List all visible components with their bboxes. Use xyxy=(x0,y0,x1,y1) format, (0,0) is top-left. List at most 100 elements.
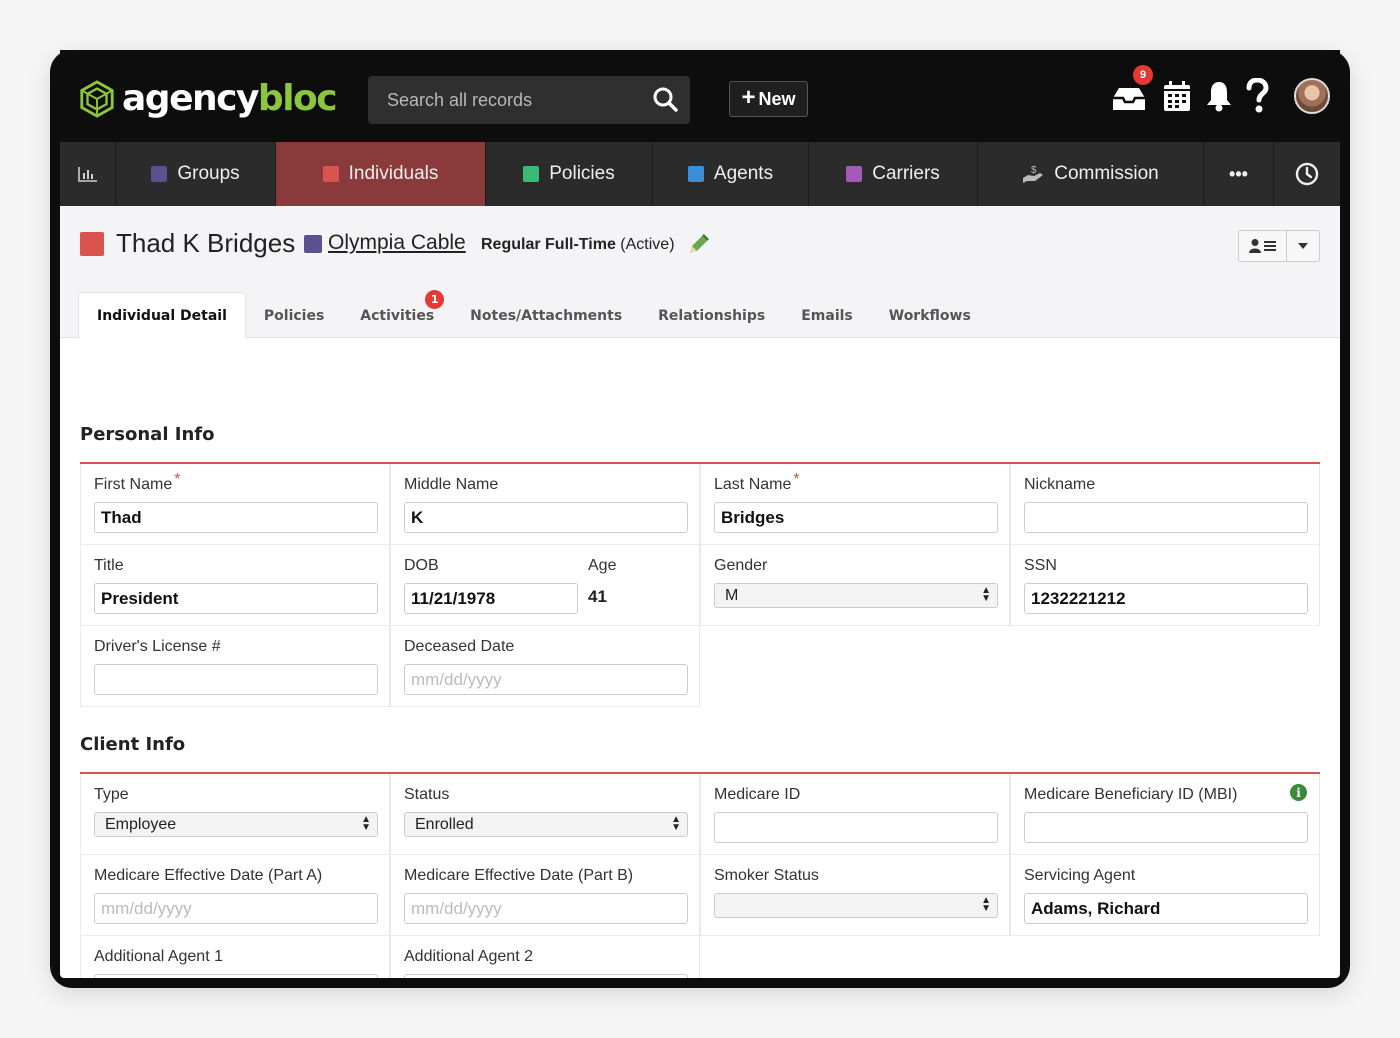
gender-cell: Gender M ▲ ▼ xyxy=(700,545,1010,626)
nav-commission-label: Commission xyxy=(1054,163,1159,184)
search-input[interactable] xyxy=(387,89,637,111)
mbi-label: Medicare Beneficiary ID (MBI) xyxy=(1024,786,1238,803)
view-options-button[interactable] xyxy=(1238,230,1320,262)
additional-agent-1-field[interactable] xyxy=(94,974,378,978)
global-search xyxy=(368,76,690,124)
client-info-grid: Type Employee ▲ ▼ Status Enrolled ▲ ▼ Medi… xyxy=(80,774,1320,978)
select-arrows-icon: ▲ ▼ xyxy=(361,814,371,833)
status-label: Status xyxy=(404,786,450,803)
ssn-field[interactable] xyxy=(1024,583,1308,614)
tab-label: Notes/Attachments xyxy=(470,307,623,324)
tab-label: Workflows xyxy=(888,307,971,324)
nav-carriers-label: Carriers xyxy=(872,163,940,184)
more-dots-icon: ••• xyxy=(1229,163,1248,184)
tab-individual-detail[interactable]: Individual Detail xyxy=(78,292,246,339)
additional-agent-2-field[interactable] xyxy=(404,974,688,978)
help-icon[interactable] xyxy=(1245,78,1269,114)
record-tabs: Individual Detail Policies Activities 1 N… xyxy=(78,290,989,339)
individual-type-swatch xyxy=(80,232,104,256)
part-b-cell: Medicare Effective Date (Part B) xyxy=(390,855,700,936)
agencybloc-logo[interactable]: agencybloc xyxy=(78,78,338,119)
nav-individuals-label: Individuals xyxy=(348,163,439,184)
group-link[interactable]: Olympia Cable xyxy=(328,231,466,255)
nickname-field[interactable] xyxy=(1024,502,1308,533)
servicing-agent-field[interactable] xyxy=(1024,893,1308,924)
servicing-agent-label: Servicing Agent xyxy=(1024,867,1136,884)
gender-label: Gender xyxy=(714,557,768,574)
nav-individuals[interactable]: Individuals xyxy=(276,142,486,206)
search-icon[interactable] xyxy=(652,86,678,112)
tab-workflows[interactable]: Workflows xyxy=(871,292,989,339)
inbox-icon[interactable] xyxy=(1110,86,1148,112)
tab-activities[interactable]: Activities 1 xyxy=(342,290,452,339)
deceased-date-cell: Deceased Date xyxy=(390,626,700,707)
gender-selected-value: M xyxy=(725,586,739,604)
status-select[interactable]: Enrolled ▲ ▼ xyxy=(404,812,688,837)
nav-agents[interactable]: Agents xyxy=(653,142,809,206)
first-name-label: First Name * xyxy=(94,471,180,494)
nav-carriers[interactable]: Carriers xyxy=(809,142,978,206)
last-name-label: Last Name * xyxy=(714,471,800,494)
nav-reports[interactable] xyxy=(60,142,116,206)
drivers-license-field[interactable] xyxy=(94,664,378,695)
tab-policies[interactable]: Policies xyxy=(246,292,342,339)
nav-groups[interactable]: Groups xyxy=(116,142,276,206)
agents-color-swatch xyxy=(687,166,704,182)
nickname-cell: Nickname xyxy=(1010,464,1320,545)
smoker-status-cell: Smoker Status ▲ ▼ xyxy=(700,855,1010,936)
record-name: Thad K Bridges xyxy=(116,228,296,258)
tab-relationships[interactable]: Relationships xyxy=(640,292,783,339)
middle-name-field[interactable] xyxy=(404,502,688,533)
record-content: Thad K Bridges Olympia Cable Regular Ful… xyxy=(60,206,1340,978)
middle-name-label: Middle Name xyxy=(404,476,499,493)
title-field[interactable] xyxy=(94,583,378,614)
new-record-button[interactable]: + New xyxy=(729,81,808,117)
deceased-date-field[interactable] xyxy=(404,664,688,695)
additional-agent-2-cell: Additional Agent 2 xyxy=(390,936,700,978)
employment-status: (Active) xyxy=(620,236,675,253)
type-selected-value: Employee xyxy=(105,815,177,833)
personal-info-heading: Personal Info xyxy=(80,424,215,445)
policies-color-swatch xyxy=(523,166,540,182)
last-name-field[interactable] xyxy=(714,502,998,533)
nav-commission[interactable]: $ Commission xyxy=(978,142,1204,206)
label-text: Last Name xyxy=(714,476,792,493)
personal-info-grid: First Name* Middle Name Last Name* Nickn… xyxy=(80,464,1320,707)
tab-emails[interactable]: Emails xyxy=(783,292,871,339)
type-select[interactable]: Employee ▲ ▼ xyxy=(94,812,378,837)
dob-cell: DOB Age 41 xyxy=(390,545,700,626)
nav-more[interactable]: ••• xyxy=(1204,142,1274,206)
user-avatar[interactable] xyxy=(1294,78,1330,114)
age-value: 41 xyxy=(588,587,607,606)
smoker-status-select[interactable]: ▲ ▼ xyxy=(714,893,998,918)
nav-policies[interactable]: Policies xyxy=(486,142,653,206)
first-name-field[interactable] xyxy=(94,502,378,533)
caret-down-icon xyxy=(1287,231,1319,261)
nav-policies-label: Policies xyxy=(549,163,615,184)
dob-field[interactable] xyxy=(404,583,578,614)
medicare-id-label: Medicare ID xyxy=(714,786,801,803)
info-icon[interactable]: i xyxy=(1290,784,1307,801)
part-b-date-field[interactable] xyxy=(404,893,688,924)
logo-text-bloc: bloc xyxy=(257,78,338,119)
calendar-icon[interactable] xyxy=(1162,80,1192,112)
gender-select[interactable]: M ▲ ▼ xyxy=(714,583,998,608)
select-arrows-icon: ▲ ▼ xyxy=(671,814,681,833)
nav-groups-label: Groups xyxy=(177,163,240,184)
mbi-field[interactable] xyxy=(1024,812,1308,843)
ssn-cell: SSN xyxy=(1010,545,1320,626)
bell-icon[interactable] xyxy=(1205,79,1233,113)
label-text: First Name xyxy=(94,476,173,493)
nav-history[interactable] xyxy=(1274,142,1340,206)
tab-notes-attachments[interactable]: Notes/Attachments xyxy=(452,292,640,339)
group-type-swatch xyxy=(304,235,322,253)
part-a-date-field[interactable] xyxy=(94,893,378,924)
medicare-id-field[interactable] xyxy=(714,812,998,843)
tab-label: Individual Detail xyxy=(97,307,227,324)
app-screen: agencybloc + New 9 xyxy=(60,50,1340,978)
nickname-label: Nickname xyxy=(1024,476,1096,493)
individuals-color-swatch xyxy=(322,166,339,182)
required-marker: * xyxy=(174,471,181,488)
pencil-edit-icon[interactable] xyxy=(686,231,712,257)
part-b-label: Medicare Effective Date (Part B) xyxy=(404,867,634,884)
